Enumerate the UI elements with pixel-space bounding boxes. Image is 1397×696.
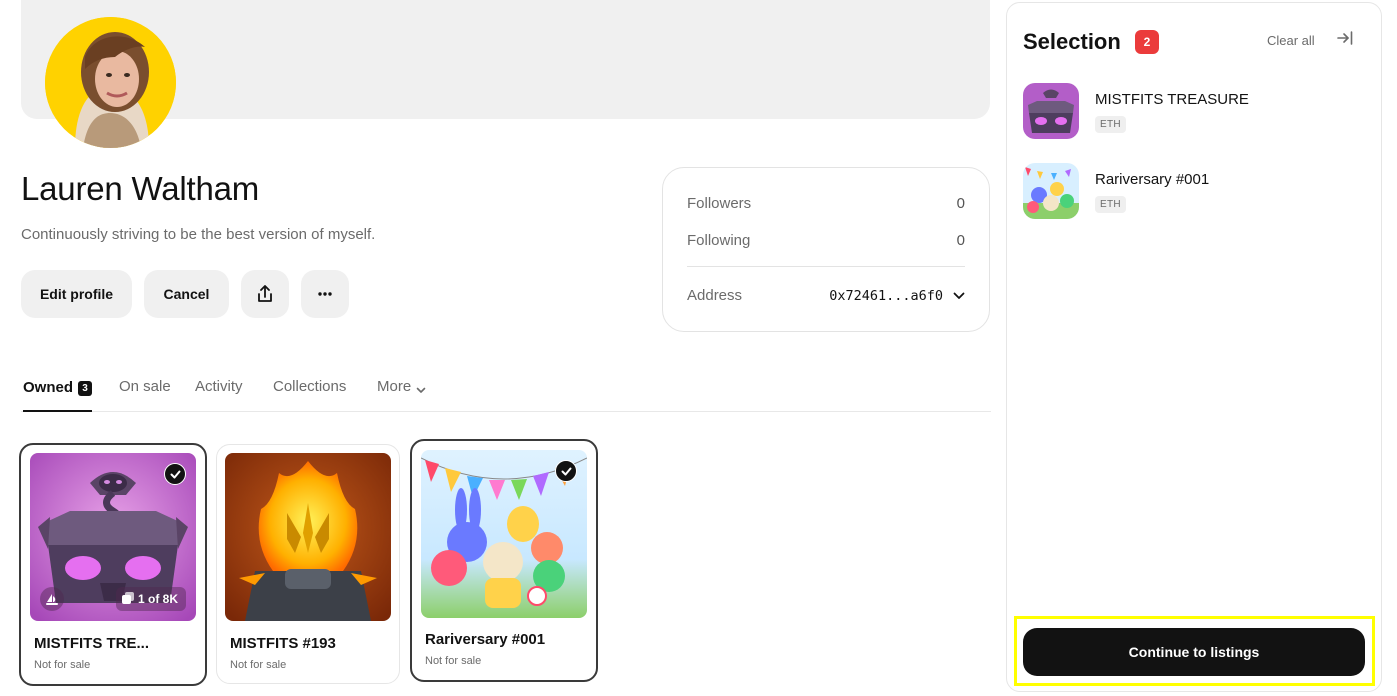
profile-tabs: Owned 3 On sale Activity Collections Mor… [21,378,991,412]
nft-card[interactable]: Rariversary #001 Not for sale [410,439,598,682]
tab-collections-label: Collections [273,378,347,395]
following-row[interactable]: Following 0 [687,232,965,249]
profile-name: Lauren Waltham [21,170,260,207]
chevron-down-icon [416,381,426,398]
share-icon [257,285,273,303]
nft-image-flame-knight [225,453,391,621]
chain-badge: ETH [1095,116,1126,133]
address-row: Address 0x72461...a6f0 [687,287,965,304]
profile-avatar [45,17,176,148]
tab-on-sale[interactable]: On sale [119,378,171,412]
selection-item-name: MISTFITS TREASURE [1095,91,1249,108]
owned-count-badge: 3 [78,381,93,396]
copies-icon [121,591,134,607]
following-label: Following [687,232,751,249]
opensea-icon [40,587,64,611]
tab-owned[interactable]: Owned 3 [23,378,93,412]
tab-activity-label: Activity [195,378,243,395]
collapse-panel-icon[interactable] [1337,31,1353,50]
tab-activity[interactable]: Activity [195,378,243,412]
followers-label: Followers [687,195,752,212]
profile-bio: Continuously striving to be the best ver… [21,226,376,243]
selected-check-icon[interactable] [164,463,186,485]
more-actions-button[interactable] [301,270,349,318]
nft-title: Rariversary #001 [425,631,546,648]
selection-item[interactable]: MISTFITS TREASURE ETH [1023,83,1363,139]
nft-title: MISTFITS TRE... [34,635,149,652]
tab-more[interactable]: More [377,378,426,412]
address-dropdown[interactable]: 0x72461...a6f0 [829,288,965,304]
followers-count: 0 [956,195,965,212]
nft-status: Not for sale [34,659,91,671]
address-label: Address [687,287,743,304]
stats-divider [687,266,965,267]
tab-on-sale-label: On sale [119,378,171,395]
ellipsis-icon [318,292,332,296]
selection-count-badge: 2 [1135,30,1159,54]
share-button[interactable] [241,270,289,318]
nft-status: Not for sale [230,659,287,671]
selection-item-name: Rariversary #001 [1095,171,1210,188]
tab-owned-label: Owned [23,379,74,396]
selection-item[interactable]: Rariversary #001 ETH [1023,163,1363,219]
following-count: 0 [956,232,965,249]
nft-title: MISTFITS #193 [230,635,336,652]
nft-card[interactable]: 1 of 8K MISTFITS TRE... Not for sale [19,443,207,686]
selection-title: Selection [1023,29,1121,54]
edit-profile-button[interactable]: Edit profile [21,270,132,318]
followers-row[interactable]: Followers 0 [687,195,965,212]
nft-card[interactable]: MISTFITS #193 Not for sale [216,444,400,684]
continue-to-listings-button[interactable]: Continue to listings [1023,628,1365,676]
profile-stats-card: Followers 0 Following 0 Address 0x72461.… [662,167,990,332]
selection-thumb-rariversary [1023,163,1079,219]
nft-image-treasure-chest: 1 of 8K [30,453,196,621]
chain-badge: ETH [1095,196,1126,213]
selection-panel: Selection 2 Clear all MISTFITS TREASURE … [1006,2,1382,692]
nft-image-rariversary-party [421,450,587,618]
selected-check-icon[interactable] [555,460,577,482]
editions-badge: 1 of 8K [115,587,186,611]
chevron-down-icon [953,288,965,304]
tab-collections[interactable]: Collections [273,378,346,412]
address-value: 0x72461...a6f0 [829,287,943,304]
selection-thumb-treasure [1023,83,1079,139]
nft-status: Not for sale [425,655,482,667]
clear-all-button[interactable]: Clear all [1267,33,1315,48]
editions-label: 1 of 8K [137,592,178,606]
cancel-button[interactable]: Cancel [144,270,229,318]
tab-more-label: More [377,378,412,395]
